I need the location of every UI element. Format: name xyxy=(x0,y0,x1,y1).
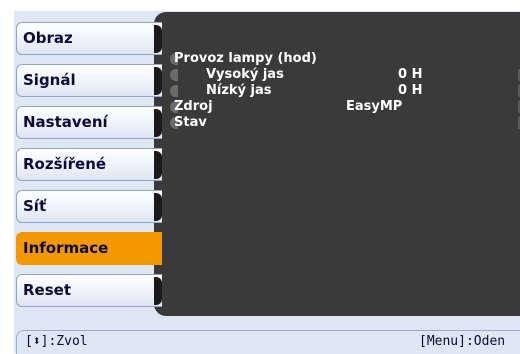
low-brightness-label: Nízký jas xyxy=(206,83,272,98)
select-hint: [⬍]:Zvol xyxy=(25,334,88,349)
sidebar-item-nastaveni[interactable]: Nastavení xyxy=(16,106,162,139)
menu-hint: [Menu]:Oden xyxy=(419,334,506,349)
source-value: EasyMP xyxy=(346,99,403,114)
row-bullet xyxy=(170,85,178,97)
source-label: Zdroj xyxy=(174,99,213,114)
source-row: Zdroj EasyMP xyxy=(170,99,520,115)
sidebar-menu: Obraz Signál Nastavení Rozšířené Síť Inf… xyxy=(16,22,162,307)
low-brightness-row: Nízký jas 0 H xyxy=(170,83,520,99)
sidebar-item-obraz[interactable]: Obraz xyxy=(16,22,162,55)
high-brightness-row: Vysoký jas 0 H xyxy=(170,67,520,83)
projector-menu-screen: Obraz Signál Nastavení Rozšířené Síť Inf… xyxy=(0,0,520,354)
status-row: Stav xyxy=(170,115,520,131)
left-margin xyxy=(0,0,14,353)
high-brightness-value: 0 H xyxy=(398,67,423,82)
lamp-hours-row: Provoz lampy (hod) xyxy=(170,51,520,67)
info-content: Provoz lampy (hod) Vysoký jas 0 H Nízký … xyxy=(170,51,520,131)
high-brightness-label: Vysoký jas xyxy=(206,67,284,82)
row-bullet xyxy=(170,69,178,81)
footer-help-bar: [⬍]:Zvol [Menu]:Oden xyxy=(16,330,520,354)
sidebar-item-rozsirene[interactable]: Rozšířené xyxy=(16,148,162,181)
status-label: Stav xyxy=(174,115,207,130)
sidebar-item-sit[interactable]: Síť xyxy=(16,190,162,223)
sidebar-item-reset[interactable]: Reset xyxy=(16,274,162,307)
sidebar-item-informace[interactable]: Informace xyxy=(16,232,162,265)
top-margin xyxy=(0,0,520,11)
low-brightness-value: 0 H xyxy=(398,83,423,98)
lamp-hours-label: Provoz lampy (hod) xyxy=(174,51,317,66)
sidebar-item-signal[interactable]: Signál xyxy=(16,64,162,97)
